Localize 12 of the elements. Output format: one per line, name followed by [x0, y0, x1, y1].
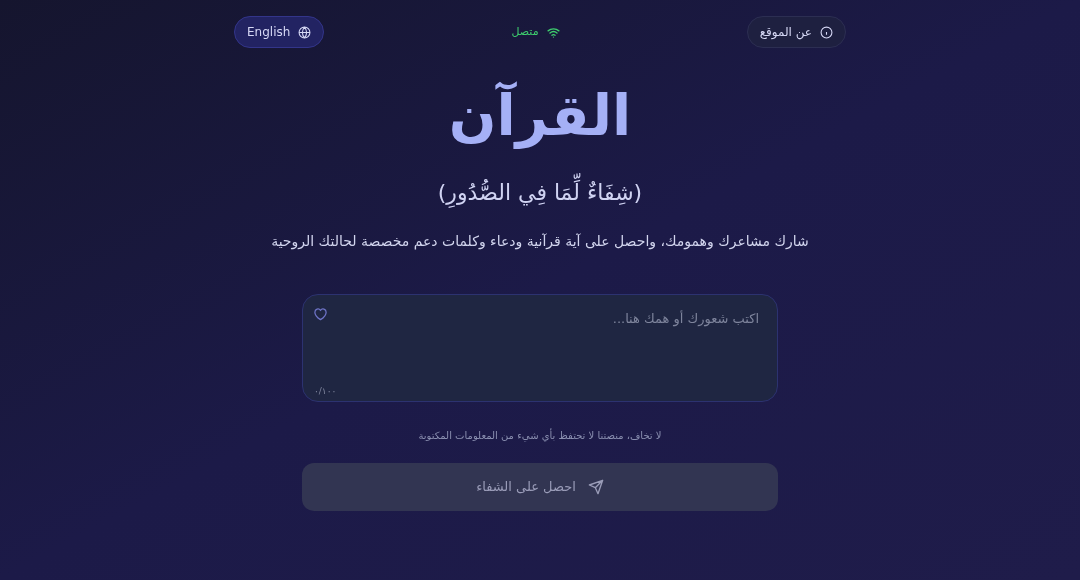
- app-title: القرآن: [448, 80, 632, 151]
- info-icon: [820, 25, 833, 39]
- description: شارك مشاعرك وهمومك، واحصل على آية قرآنية ودعاء وكلمات دعم مخصصة لحالتك الروحية: [271, 232, 809, 252]
- privacy-note: لا تخاف، منصتنا لا تحتفظ بأي شيء من المعلومات المكتوبة: [418, 428, 662, 443]
- about-button[interactable]: عن الموقع: [746, 16, 846, 48]
- globe-icon: [298, 25, 312, 39]
- send-icon: [587, 479, 604, 495]
- language-button[interactable]: English: [234, 16, 325, 48]
- wifi-icon: [546, 26, 560, 38]
- heart-icon: [313, 307, 328, 321]
- character-counter: ٠/١٠٠: [314, 384, 337, 398]
- connection-status: متصل: [511, 23, 539, 40]
